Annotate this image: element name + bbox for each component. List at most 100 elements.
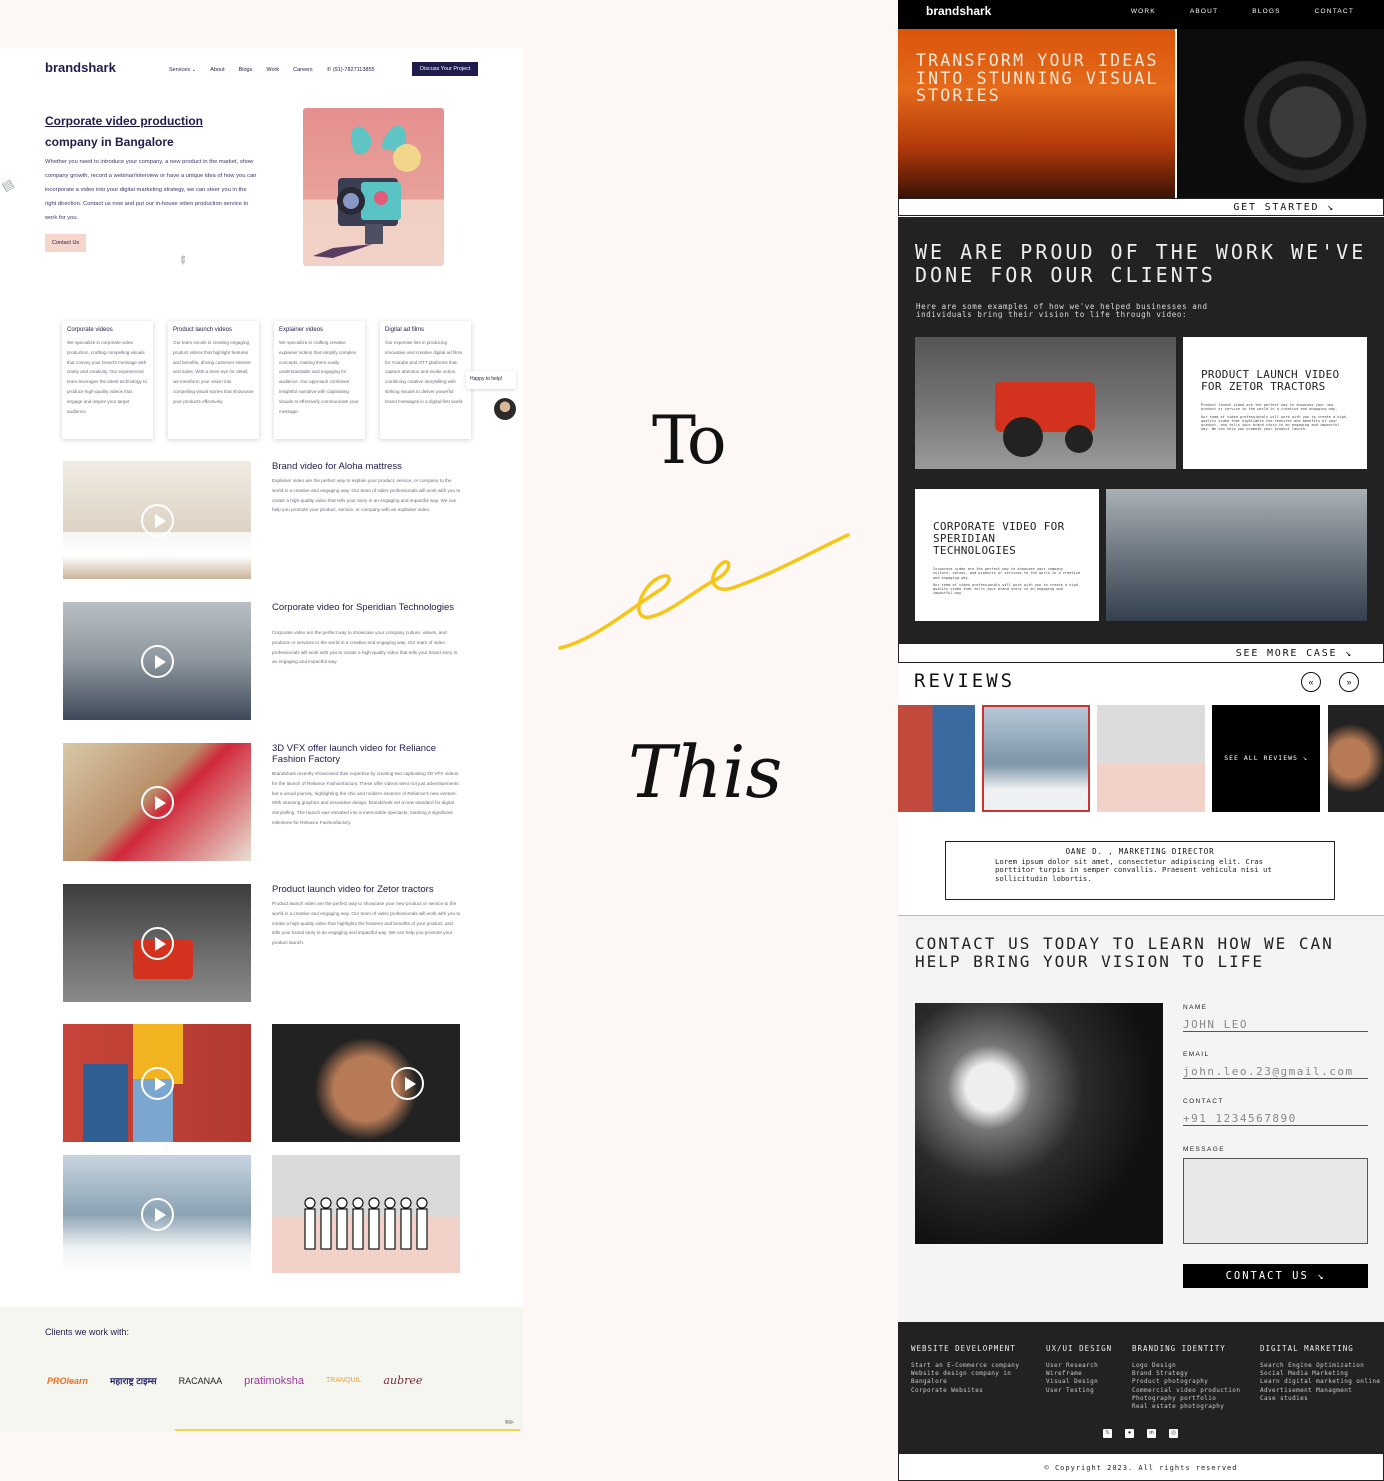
old-nav-about[interactable]: About xyxy=(210,67,224,73)
footer-link[interactable]: Visual Design xyxy=(1046,1378,1112,1386)
review-thumb-jeans[interactable] xyxy=(898,705,975,812)
client-logo-aubree: aubree xyxy=(383,1374,423,1387)
footer-col-title: WEBSITE DEVELOPMENT xyxy=(911,1344,1016,1353)
footer-link[interactable]: Logo Design xyxy=(1132,1362,1240,1370)
message-field[interactable] xyxy=(1183,1158,1368,1244)
nav-about[interactable]: ABOUT xyxy=(1190,8,1218,15)
video-thumb-aloha[interactable] xyxy=(63,461,251,579)
tractor-wheel-small xyxy=(1065,425,1093,453)
footer-link[interactable]: Product photography xyxy=(1132,1378,1240,1386)
footer-link[interactable]: Bangalore xyxy=(911,1378,1019,1386)
case-image-speridian[interactable] xyxy=(1106,489,1367,621)
squiggle-arrow xyxy=(558,533,850,650)
video-thumb-jeans[interactable] xyxy=(63,1024,251,1142)
old-hero-title-link[interactable]: Corporate video production xyxy=(45,114,203,128)
reviews-title: REVIEWS xyxy=(914,670,1016,692)
case-text: Corporate video are the perfect way to s… xyxy=(933,567,1081,580)
review-thumb-office[interactable] xyxy=(982,705,1090,812)
old-logo[interactable]: brandshark xyxy=(45,60,116,75)
footer-link[interactable]: Start an E-Commerce company xyxy=(911,1362,1019,1370)
old-nav-careers[interactable]: Careers xyxy=(293,67,313,73)
jeans-shape xyxy=(83,1064,128,1142)
old-nav: Services ⌄ About Blogs Work Careers ✆ (9… xyxy=(169,67,375,73)
video-thumb-office[interactable] xyxy=(63,1155,251,1273)
old-nav-phone[interactable]: ✆ (91)-7827113855 xyxy=(327,67,375,73)
footer-link[interactable]: Search Engine Optimization xyxy=(1260,1362,1380,1370)
old-nav-work[interactable]: Work xyxy=(266,67,279,73)
client-logo-racanaa: RACANAA xyxy=(178,1375,223,1386)
linkedin-icon[interactable]: in xyxy=(1147,1429,1156,1438)
video-thumb-fitness[interactable] xyxy=(272,1024,460,1142)
service-card[interactable]: Product launch videos Our team excels in … xyxy=(168,321,259,439)
footer-link[interactable]: User Testing xyxy=(1046,1387,1112,1395)
footer-link[interactable]: Commercial video production xyxy=(1132,1387,1240,1395)
case-card-speridian[interactable]: CORPORATE VIDEO FOR SPERIDIAN TECHNOLOGI… xyxy=(915,489,1099,621)
nav-contact[interactable]: CONTACT xyxy=(1315,8,1354,15)
service-card[interactable]: Explainer videos We specialize in craftin… xyxy=(274,321,365,439)
name-field[interactable]: JOHN LEO xyxy=(1183,1016,1368,1032)
video-title: 3D VFX offer launch video for Reliance F… xyxy=(272,743,437,765)
hero-sunset-image: TRANSFORM YOUR IDEAS INTO STUNNING VISUA… xyxy=(898,29,1175,198)
chat-avatar[interactable] xyxy=(494,398,516,420)
camera-illustration xyxy=(303,108,444,266)
reviews-prev-button[interactable]: « xyxy=(1301,672,1321,692)
video-thumb-reliance[interactable] xyxy=(63,743,251,861)
service-card[interactable]: Corporate videos We specialize in corpora… xyxy=(62,321,153,439)
card-text: Our expertise lies in producing innovati… xyxy=(385,340,464,404)
footer-link[interactable]: Learn digital marketing online xyxy=(1260,1378,1380,1386)
contact-section: CONTACT US TODAY TO LEARN HOW WE CAN HEL… xyxy=(898,915,1384,1322)
email-field[interactable]: john.leo.23@gmail.com xyxy=(1183,1063,1368,1079)
footer-link[interactable]: Social Media Marketing xyxy=(1260,1370,1380,1378)
review-thumb-fitness[interactable] xyxy=(1328,705,1384,812)
footer-link[interactable]: Website design company in xyxy=(911,1370,1019,1378)
old-nav-blogs[interactable]: Blogs xyxy=(239,67,253,73)
footer-link[interactable]: Brand Strategy xyxy=(1132,1370,1240,1378)
contact-title: CONTACT US TODAY TO LEARN HOW WE CAN HEL… xyxy=(915,934,1334,971)
footer-link[interactable]: User Research xyxy=(1046,1362,1112,1370)
nav-work[interactable]: WORK xyxy=(1131,8,1156,15)
footer-link[interactable]: Corporate Websites xyxy=(911,1387,1019,1395)
discuss-project-button[interactable]: Discuss Your Project xyxy=(412,62,479,76)
review-thumb-people[interactable] xyxy=(1097,705,1205,812)
see-more-case-button[interactable]: SEE MORE CASE ↘ xyxy=(898,643,1384,663)
footer-col-web: WEBSITE DEVELOPMENT Start an E-Commerce … xyxy=(911,1344,1019,1395)
footer-col-ux: UX/UI DESIGN User Research Wireframe Vis… xyxy=(1046,1344,1112,1395)
nav-blogs[interactable]: BLOGS xyxy=(1252,8,1280,15)
review-author: OANE D. , MARKETING DIRECTOR xyxy=(1065,847,1215,856)
old-nav-services[interactable]: Services ⌄ xyxy=(169,67,196,73)
footer-link[interactable]: Photography portfolio xyxy=(1132,1395,1240,1403)
video-thumb-zetor[interactable] xyxy=(63,884,251,1002)
service-card[interactable]: Digital ad films Our expertise lies in pr… xyxy=(380,321,471,439)
old-service-cards: Corporate videos We specialize in corpora… xyxy=(62,321,471,439)
reviews-next-button[interactable]: » xyxy=(1339,672,1359,692)
phone-number: (91)-7827113855 xyxy=(332,67,375,73)
old-website-screenshot: brandshark Services ⌄ About Blogs Work C… xyxy=(0,48,523,1432)
footer-link[interactable]: Wireframe xyxy=(1046,1370,1112,1378)
name-label: NAME xyxy=(1183,1004,1208,1011)
see-all-reviews-button[interactable]: SEE ALL REVIEWS ↘ xyxy=(1212,705,1320,812)
footer-link[interactable]: Real estate photography xyxy=(1132,1403,1240,1411)
footer-link[interactable]: Case studies xyxy=(1260,1395,1380,1403)
chat-bubble[interactable]: Happy to help! xyxy=(466,371,516,389)
client-logo-prolearn: PROlearn xyxy=(47,1375,89,1386)
new-logo[interactable]: brandshark xyxy=(926,4,991,18)
video-thumb-speridian[interactable] xyxy=(63,602,251,720)
old-contact-button[interactable]: Contact Us xyxy=(45,234,87,252)
footer-link[interactable]: Advertisement Managment xyxy=(1260,1387,1380,1395)
clients-title: Clients we work with: xyxy=(45,1327,130,1337)
case-text-2: Our team of video professionals will wor… xyxy=(933,582,1081,596)
case-image-zetor[interactable] xyxy=(915,337,1176,469)
instagram-icon[interactable]: ◎ xyxy=(1169,1429,1178,1438)
video-text: Corporate video are the perfect way to s… xyxy=(272,630,458,665)
contact-field[interactable]: +91 1234567890 xyxy=(1183,1110,1368,1126)
case-card-zetor[interactable]: PRODUCT LAUNCH VIDEO FOR ZETOR TRACTORS … xyxy=(1183,337,1367,469)
to-label: To xyxy=(652,402,727,479)
video-thumb-people[interactable] xyxy=(272,1155,460,1273)
card-title: Explainer videos xyxy=(279,327,324,333)
medium-icon[interactable]: ● xyxy=(1125,1429,1134,1438)
contact-us-button[interactable]: CONTACT US ↘ xyxy=(1183,1264,1368,1288)
email-label: EMAIL xyxy=(1183,1051,1210,1058)
message-label: MESSAGE xyxy=(1183,1146,1225,1153)
get-started-button[interactable]: GET STARTED ↘ xyxy=(898,198,1384,216)
x-icon[interactable]: 𝕏 xyxy=(1103,1429,1112,1438)
